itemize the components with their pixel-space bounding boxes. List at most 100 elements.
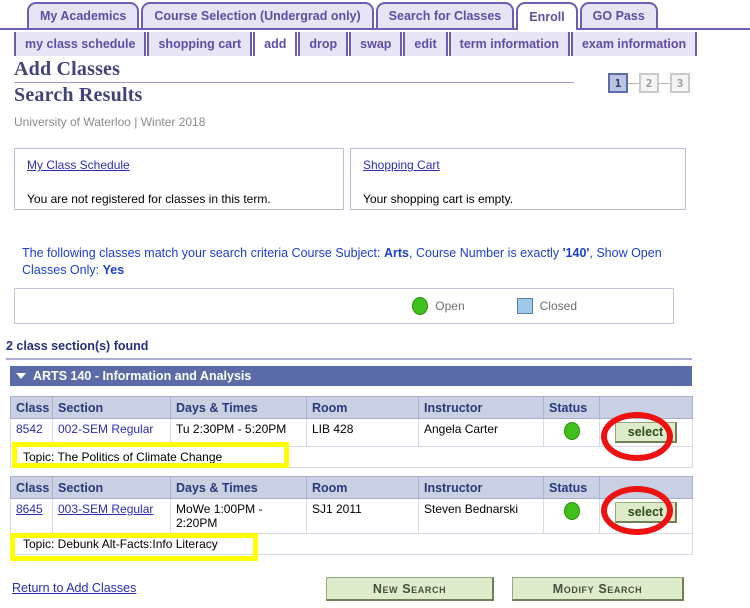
legend-closed-label: Closed [539, 299, 577, 313]
open-status-icon [563, 422, 580, 440]
table-row-topic: Topic: Debunk Alt-Facts:Info Literacy [10, 533, 693, 555]
column-room: Room [306, 476, 419, 499]
tab-go-pass[interactable]: GO Pass [579, 2, 658, 28]
step-2[interactable]: 2 [639, 73, 659, 93]
step-label: 2 [645, 76, 653, 90]
column-action [599, 396, 693, 419]
cell-instructor: Steven Bednarski [418, 498, 544, 534]
select-button[interactable]: select [614, 502, 678, 523]
criteria-comma-1: , [409, 246, 413, 260]
page-subtitle: Search Results [14, 84, 143, 106]
criteria-lead: The following classes match your search … [22, 246, 289, 260]
cell-room: SJ1 2011 [306, 498, 419, 534]
my-class-schedule-link[interactable]: My Class Schedule [27, 158, 130, 172]
tab-label: My Academics [40, 9, 127, 23]
subtab-label: add [264, 37, 287, 51]
tab-label: GO Pass [592, 9, 645, 23]
course-group-title: ARTS 140 - Information and Analysis [33, 369, 252, 383]
open-status-icon [563, 502, 580, 520]
results-count: 2 class section(s) found [6, 339, 149, 353]
step-label: 3 [676, 76, 684, 90]
cell-status [543, 418, 600, 447]
column-days-times: Days & Times [170, 396, 307, 419]
main-tab-bar: My Academics Course Selection (Undergrad… [0, 0, 750, 30]
criteria-subject-value: Arts [383, 246, 409, 260]
open-status-icon [412, 297, 429, 315]
tab-course-selection[interactable]: Course Selection (Undergrad only) [141, 2, 374, 28]
step-1[interactable]: 1 [608, 73, 628, 93]
subtab-exam-information[interactable]: exam information [570, 32, 698, 56]
legend-open: Open [412, 297, 465, 315]
tab-enroll[interactable]: Enroll [516, 2, 578, 30]
cell-select: select [599, 498, 693, 534]
cell-select: select [599, 418, 693, 447]
criteria-subject-label: Course Subject: [291, 246, 381, 260]
step-connector [628, 82, 639, 84]
cell-class-number: 8645 [10, 498, 53, 534]
column-section: Section [52, 396, 171, 419]
subtab-swap[interactable]: swap [349, 32, 403, 56]
column-status: Status [543, 476, 600, 499]
cell-room: LIB 428 [306, 418, 419, 447]
select-button[interactable]: select [614, 422, 678, 443]
tab-label: Course Selection (Undergrad only) [154, 9, 361, 23]
subtab-label: exam information [581, 37, 687, 51]
new-search-button[interactable]: New Search [326, 577, 494, 601]
cell-topic: Topic: Debunk Alt-Facts:Info Literacy [10, 533, 693, 555]
column-days-times: Days & Times [170, 476, 307, 499]
column-section: Section [52, 476, 171, 499]
return-to-add-classes-link[interactable]: Return to Add Classes [12, 581, 136, 595]
tab-label: Enroll [529, 10, 565, 24]
section-link[interactable]: 002-SEM Regular [58, 422, 153, 436]
table-row-topic: Topic: The Politics of Climate Change [10, 446, 693, 468]
subtab-label: shopping cart [158, 37, 242, 51]
class-number-link[interactable]: 8542 [16, 422, 43, 436]
my-class-schedule-box: My Class Schedule You are not registered… [14, 148, 344, 210]
cell-days-times: MoWe 1:00PM - 2:20PM [170, 498, 307, 534]
subtab-shopping-cart[interactable]: shopping cart [147, 32, 253, 56]
subtab-label: my class schedule [25, 37, 136, 51]
subtab-label: edit [414, 37, 437, 51]
shopping-cart-note: Your shopping cart is empty. [363, 192, 514, 206]
course-group-header[interactable]: ARTS 140 - Information and Analysis [10, 366, 692, 386]
step-3[interactable]: 3 [670, 73, 690, 93]
modify-search-button[interactable]: Modify Search [512, 577, 684, 601]
tab-search-for-classes[interactable]: Search for Classes [375, 2, 515, 28]
cell-topic: Topic: The Politics of Climate Change [10, 446, 693, 468]
tab-label: Search for Classes [388, 9, 502, 23]
class-number-link[interactable]: 8645 [16, 502, 43, 516]
cell-status [543, 498, 600, 534]
cell-section: 002-SEM Regular [52, 418, 171, 447]
shopping-cart-link[interactable]: Shopping Cart [363, 158, 440, 172]
page-title: Add Classes [14, 58, 121, 80]
column-class: Class [10, 396, 53, 419]
cell-days-times: Tu 2:30PM - 5:20PM [170, 418, 307, 447]
subtab-term-information[interactable]: term information [448, 32, 570, 56]
column-instructor: Instructor [418, 476, 544, 499]
step-label: 1 [614, 76, 622, 90]
subtab-add[interactable]: add [253, 32, 298, 56]
tab-my-academics[interactable]: My Academics [27, 2, 140, 28]
column-status: Status [543, 396, 600, 419]
shopping-cart-box: Shopping Cart Your shopping cart is empt… [350, 148, 686, 210]
step-indicator: 1 2 3 [608, 73, 690, 93]
column-room: Room [306, 396, 419, 419]
legend-open-label: Open [435, 299, 465, 313]
subtab-edit[interactable]: edit [403, 32, 448, 56]
my-class-schedule-note: You are not registered for classes in th… [27, 192, 271, 206]
subtab-drop[interactable]: drop [298, 32, 349, 56]
column-class: Class [10, 476, 53, 499]
cell-instructor: Angela Carter [418, 418, 544, 447]
section-link[interactable]: 003-SEM Regular [58, 502, 153, 516]
column-instructor: Instructor [418, 396, 544, 419]
criteria-number-value: '140' [562, 246, 590, 260]
cell-section: 003-SEM Regular [52, 498, 171, 534]
legend-closed: Closed [516, 298, 577, 314]
closed-status-icon [516, 298, 533, 314]
subtab-label: term information [459, 37, 559, 51]
subtab-my-class-schedule[interactable]: my class schedule [14, 32, 147, 56]
table-header-row: Class Section Days & Times Room Instruct… [10, 476, 693, 499]
step-connector [659, 82, 670, 84]
table-header-row: Class Section Days & Times Room Instruct… [10, 396, 693, 419]
status-legend-bar: Open Closed [14, 288, 674, 324]
